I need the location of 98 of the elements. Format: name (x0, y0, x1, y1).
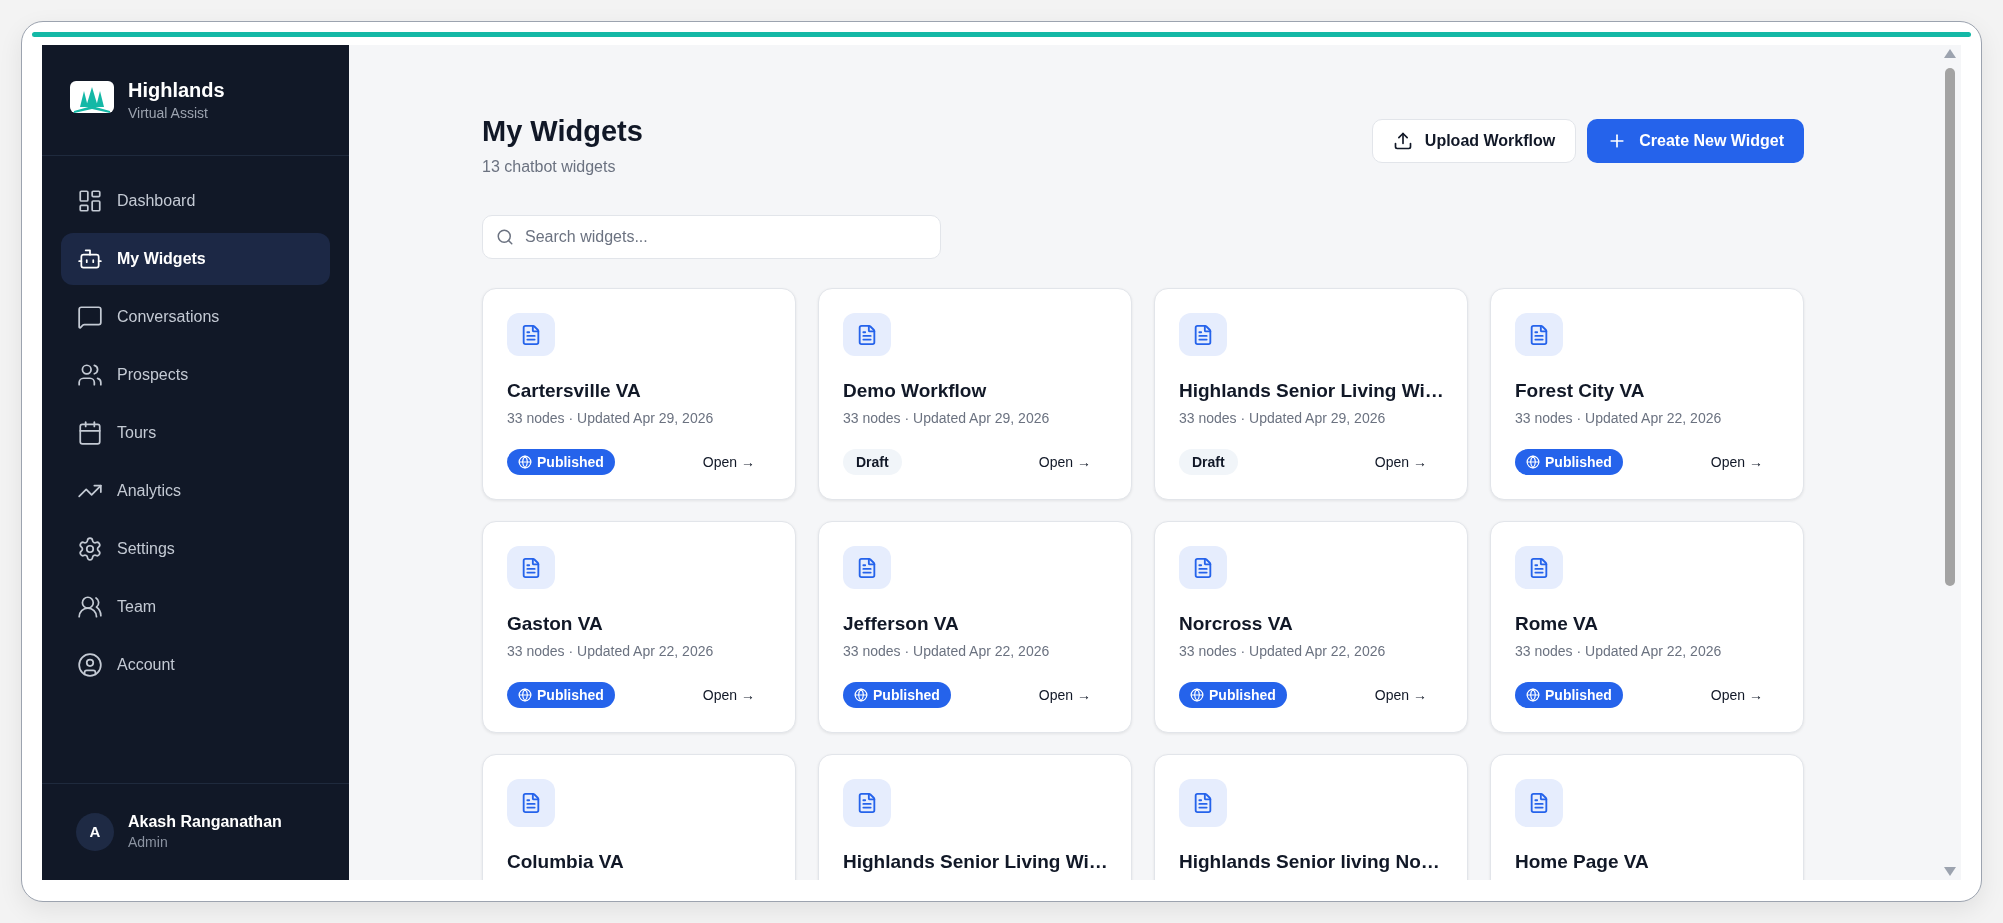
status-badge: Draft (843, 449, 902, 475)
widget-title: Home Page VA (1515, 850, 1650, 874)
widget-meta: 33 nodes · Updated Apr 22, 2026 (1515, 642, 1723, 661)
widget-title: Gaston VA (507, 612, 604, 636)
sidebar-item[interactable]: My Widgets (61, 233, 330, 285)
user-role: Admin (128, 832, 169, 852)
document-icon (520, 556, 542, 579)
create-button[interactable]: Create New Widget (1587, 119, 1804, 163)
user-circle-icon (77, 652, 103, 678)
sidebar-item[interactable]: Tours (61, 407, 330, 459)
sidebar-item[interactable]: Account (61, 639, 330, 691)
widget-card[interactable]: Highlands Senior Living Wi… 33 nodes · Updated Apr 29, 2026 Draft Open → (1154, 288, 1468, 500)
widget-title: Highlands Senior Living Wi… (843, 850, 1107, 874)
user-name: Akash Ranganathan (128, 811, 282, 832)
document-icon (1528, 323, 1550, 346)
status-badge: Published (843, 682, 951, 708)
document-icon (856, 792, 878, 814)
widget-card[interactable]: Rome VA 33 nodes · Updated Apr 22, 2026 Published Open → (1490, 521, 1804, 733)
open-link[interactable]: Open → (1710, 451, 1763, 473)
widget-meta: 33 nodes · Updated Apr 22, 2026 (843, 642, 1051, 661)
open-link[interactable]: Open → (1374, 451, 1427, 473)
upload-icon (1392, 131, 1413, 151)
sidebar-item[interactable]: Dashboard (61, 175, 330, 227)
document-icon (856, 323, 878, 346)
widget-title: Highlands Senior Living Wi… (1179, 379, 1443, 403)
widget-meta: 33 nodes · Updated Apr 22, 2026 (1515, 409, 1723, 428)
robot-icon (77, 246, 103, 272)
chat-bubble-icon (77, 304, 103, 330)
dashboard-icon (77, 188, 103, 214)
globe-icon (854, 688, 868, 702)
status-badge: Draft (1179, 449, 1238, 475)
page-title: My Widgets (482, 114, 643, 149)
widget-card[interactable]: Jefferson VA 33 nodes · Updated Apr 22, 2026 Published Open → (818, 521, 1132, 733)
scroll-down-icon[interactable] (1944, 867, 1956, 876)
page-subtitle: 13 chatbot widgets (482, 157, 617, 177)
globe-icon (1526, 688, 1540, 702)
globe-icon (518, 688, 532, 702)
document-icon (1192, 792, 1214, 814)
document-icon (1192, 323, 1214, 346)
open-link[interactable]: Open → (702, 684, 755, 706)
widget-card[interactable]: Norcross VA 33 nodes · Updated Apr 22, 2026 Published Open → (1154, 521, 1468, 733)
widget-title: Rome VA (1515, 612, 1600, 636)
widget-card[interactable]: Demo Workflow 33 nodes · Updated Apr 29, 2026 Draft Open → (818, 288, 1132, 500)
open-link[interactable]: Open → (1710, 684, 1763, 706)
widget-title: Norcross VA (1179, 612, 1294, 636)
search-field[interactable]: Search widgets... (482, 215, 941, 259)
widget-meta: 33 nodes · Updated Apr 22, 2026 (507, 642, 715, 661)
widget-card[interactable]: Columbia VA (482, 754, 796, 880)
sidebar-item[interactable]: Team (61, 581, 330, 633)
widget-card[interactable]: Highlands Senior Living Wi… (818, 754, 1132, 880)
widget-card[interactable]: Home Page VA (1490, 754, 1804, 880)
widget-meta: 33 nodes · Updated Apr 22, 2026 (1179, 642, 1387, 661)
calendar-icon (77, 420, 103, 446)
status-badge: Published (1179, 682, 1287, 708)
upload-button[interactable]: Upload Workflow (1371, 119, 1577, 163)
open-link[interactable]: Open → (1038, 451, 1091, 473)
widget-title: Highlands Senior living No… (1179, 850, 1441, 874)
globe-icon (1190, 688, 1204, 702)
widget-meta: 33 nodes · Updated Apr 29, 2026 (1179, 409, 1387, 428)
widget-title: Forest City VA (1515, 379, 1646, 403)
sidebar-item[interactable]: Prospects (61, 349, 330, 401)
widget-card[interactable]: Cartersville VA 33 nodes · Updated Apr 29, 2026 Published Open → (482, 288, 796, 500)
sidebar-item[interactable]: Settings (61, 523, 330, 575)
widget-card[interactable]: Highlands Senior living No… (1154, 754, 1468, 880)
sidebar-item[interactable]: Analytics (61, 465, 330, 517)
status-badge: Published (507, 449, 615, 475)
widget-title: Demo Workflow (843, 379, 988, 403)
people-icon (77, 594, 103, 620)
widget-title: Cartersville VA (507, 379, 642, 403)
user-avatar: A (76, 813, 114, 851)
open-link[interactable]: Open → (1374, 684, 1427, 706)
widget-card[interactable]: Gaston VA 33 nodes · Updated Apr 22, 2026 Published Open → (482, 521, 796, 733)
globe-icon (1526, 455, 1540, 469)
brand-tagline: Virtual Assist (128, 103, 209, 123)
globe-icon (518, 455, 532, 469)
document-icon (520, 323, 542, 346)
document-icon (856, 556, 878, 579)
scroll-up-icon[interactable] (1944, 49, 1956, 58)
document-icon (1528, 792, 1550, 814)
document-icon (520, 792, 542, 814)
widget-meta: 33 nodes · Updated Apr 29, 2026 (507, 409, 715, 428)
brand-name: Highlands (128, 77, 225, 103)
open-link[interactable]: Open → (1038, 684, 1091, 706)
status-badge: Published (1515, 449, 1623, 475)
sidebar-item[interactable]: Conversations (61, 291, 330, 343)
search-icon (496, 228, 514, 246)
document-icon (1528, 556, 1550, 579)
status-badge: Published (1515, 682, 1623, 708)
settings-icon (77, 536, 103, 562)
widget-title: Columbia VA (507, 850, 625, 874)
scrollbar-thumb[interactable] (1945, 68, 1955, 586)
status-badge: Published (507, 682, 615, 708)
widget-title: Jefferson VA (843, 612, 960, 636)
people-icon (77, 362, 103, 388)
widget-meta: 33 nodes · Updated Apr 29, 2026 (843, 409, 1051, 428)
widget-card[interactable]: Forest City VA 33 nodes · Updated Apr 22, 2026 Published Open → (1490, 288, 1804, 500)
document-icon (1192, 556, 1214, 579)
open-link[interactable]: Open → (702, 451, 755, 473)
